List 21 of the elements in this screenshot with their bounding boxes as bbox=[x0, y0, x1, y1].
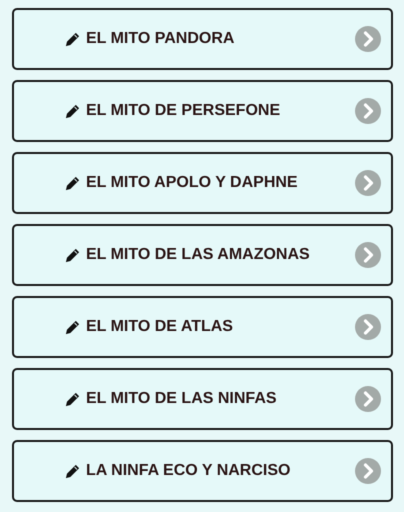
myth-button[interactable]: EL MITO DE LAS NINFAS bbox=[12, 368, 393, 430]
chevron-right-icon bbox=[355, 386, 381, 412]
chevron-right-icon bbox=[355, 26, 381, 52]
chevron-right-icon bbox=[355, 170, 381, 196]
myth-button[interactable]: LA NINFA ECO Y NARCISO bbox=[12, 440, 393, 502]
chevron-right-icon bbox=[355, 98, 381, 124]
chevron-right-icon bbox=[355, 242, 381, 268]
pencil-icon bbox=[65, 392, 80, 406]
myth-button[interactable]: EL MITO DE PERSEFONE bbox=[12, 80, 393, 142]
chevron-right-icon bbox=[355, 314, 381, 340]
myth-button[interactable]: EL MITO DE LAS AMAZONAS bbox=[12, 224, 393, 286]
myth-button[interactable]: EL MITO APOLO Y DAPHNE bbox=[12, 152, 393, 214]
pencil-icon bbox=[65, 32, 80, 46]
pencil-icon bbox=[65, 176, 80, 190]
pencil-icon bbox=[65, 320, 80, 334]
chevron-right-icon bbox=[355, 458, 381, 484]
myth-button[interactable]: EL MITO DE ATLAS bbox=[12, 296, 393, 358]
pencil-icon bbox=[65, 464, 80, 478]
pencil-icon bbox=[65, 104, 80, 118]
pencil-icon bbox=[65, 248, 80, 262]
myth-button[interactable]: EL MITO PANDORA bbox=[12, 8, 393, 70]
